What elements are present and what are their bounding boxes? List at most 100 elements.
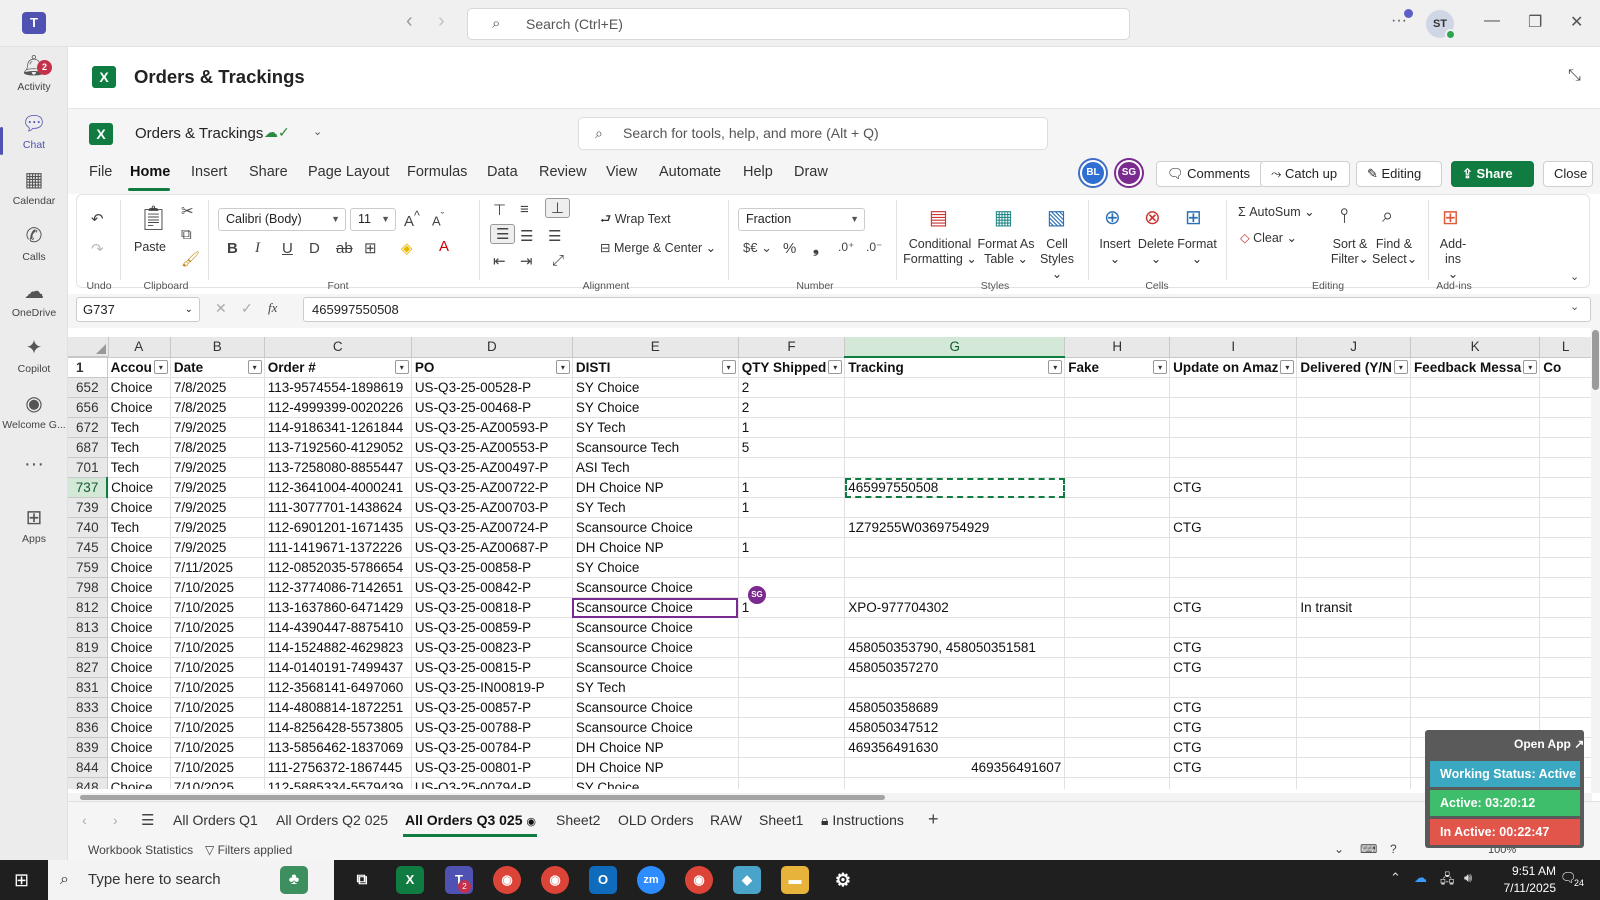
cell[interactable]: Choice [107,597,171,618]
cell[interactable]: 458050358689 [844,697,1066,718]
sort-filter-button[interactable]: Sort & Filter⌄ [1330,237,1370,267]
cell[interactable]: 7/9/2025 [170,477,265,498]
column-header-b[interactable]: B [170,337,265,358]
all-sheets-menu-icon[interactable]: ☰ [141,811,154,829]
cell[interactable]: XPO-977704302 [844,597,1066,618]
chrome-profile-icon[interactable]: ◉ [541,866,569,894]
cell[interactable]: Choice [107,657,171,678]
underline-icon[interactable]: U [282,240,293,257]
tab-file[interactable]: File [89,164,112,180]
cell[interactable]: 111-2756372-1867445 [264,757,412,778]
paste-icon[interactable]: 📋︎ [138,204,168,233]
cell[interactable]: US-Q3-25-00842-P [411,577,573,598]
cell[interactable] [1064,497,1171,518]
header-cell[interactable]: Fake ▾ [1064,357,1171,378]
cell[interactable]: CTG [1169,477,1298,498]
horizontal-scroll-thumb[interactable] [80,795,885,800]
cell[interactable]: 1 [738,497,846,518]
cell[interactable] [844,417,1066,438]
decrease-font-icon[interactable]: Aˇ [432,211,444,228]
cell[interactable]: Choice [107,377,171,398]
conditional-formatting-button[interactable]: Conditional Formatting ⌄ [900,237,980,267]
cell[interactable]: US-Q3-25-AZ00722-P [411,477,573,498]
cell[interactable]: US-Q3-25-AZ00687-P [411,537,573,558]
vertical-scroll-thumb[interactable] [1592,330,1599,390]
cell[interactable] [1064,417,1171,438]
header-cell[interactable]: QTY Shipped ▾ [738,357,846,378]
cell[interactable] [1296,717,1411,738]
cell[interactable]: 458050347512 [844,717,1066,738]
header-cell[interactable]: Tracking ▾ [844,357,1066,378]
cell[interactable]: US-Q3-25-IN00819-P [411,677,573,698]
orientation-icon[interactable]: ⤢ [552,252,564,269]
document-name[interactable]: Orders & Trackings [135,125,263,142]
cell[interactable] [1539,697,1592,718]
header-cell[interactable]: Date ▾ [170,357,265,378]
rail-item-copilot[interactable]: ✦ Copilot [0,336,68,375]
cell[interactable] [1410,697,1541,718]
cell[interactable] [1064,377,1171,398]
cell[interactable]: 458050357270 [844,657,1066,678]
filter-dropdown-icon[interactable]: ▾ [721,359,736,374]
cell[interactable]: US-Q3-25-00818-P [411,597,573,618]
cell[interactable] [1064,597,1171,618]
cell[interactable]: ASI Tech [572,457,739,478]
cell[interactable] [1296,697,1411,718]
insert-cells-icon[interactable]: ⊕ [1104,205,1121,230]
cell[interactable] [844,397,1066,418]
sheet-tab-all-orders-q1[interactable]: All Orders Q1 [173,812,258,828]
cell[interactable]: 7/10/2025 [170,717,265,738]
column-header-i[interactable]: I [1169,337,1298,358]
minimize-icon[interactable]: — [1484,12,1500,30]
cell[interactable]: Tech [107,517,171,538]
cell[interactable] [1064,537,1171,558]
cell[interactable]: 7/9/2025 [170,537,265,558]
cell[interactable]: 7/8/2025 [170,437,265,458]
header-cell[interactable]: DISTI ▾ [572,357,739,378]
cell[interactable] [1539,597,1592,618]
cell[interactable] [1169,557,1298,578]
row-header[interactable]: 836 [68,717,108,738]
cell[interactable]: CTG [1169,657,1298,678]
bold-icon[interactable]: B [227,240,238,257]
cell[interactable] [1410,517,1541,538]
share-button[interactable]: ⇪ Share ⌄ [1451,161,1534,205]
cell[interactable] [1296,457,1411,478]
taskbar-clock[interactable]: 9:51 AM 7/11/2025 [1484,863,1557,897]
cell[interactable] [738,457,846,478]
add-sheet-icon[interactable]: + [928,809,939,830]
cell[interactable] [1410,617,1541,638]
currency-icon[interactable]: $€ ⌄ [743,240,772,256]
cell[interactable] [1539,577,1592,598]
cell[interactable]: 2 [738,397,846,418]
filter-dropdown-icon[interactable]: ▾ [1280,359,1295,374]
cell[interactable] [1064,457,1171,478]
cell[interactable]: Choice [107,477,171,498]
filter-dropdown-icon[interactable]: ▾ [1523,359,1538,374]
cell[interactable]: 113-5856462-1837069 [264,737,412,758]
settings-gear-icon[interactable]: ⚙ [829,866,857,894]
cell[interactable]: 7/10/2025 [170,637,265,658]
cell[interactable]: 112-6901201-1671435 [264,517,412,538]
cell[interactable] [1410,537,1541,558]
strikethrough-icon[interactable]: ab [336,240,353,257]
tab-insert[interactable]: Insert [191,164,227,180]
cell[interactable]: Tech [107,417,171,438]
close-window-icon[interactable]: ✕ [1570,12,1583,32]
cell[interactable]: 113-1637860-6471429 [264,597,412,618]
cell[interactable]: DH Choice NP [572,537,739,558]
cell[interactable] [844,577,1066,598]
cell[interactable]: SY Tech [572,677,739,698]
sort-filter-icon[interactable]: ⫯ [1340,205,1349,228]
cell[interactable]: 112-3568141-6497060 [264,677,412,698]
wrap-text-button[interactable]: ⮐ Wrap Text [600,212,671,227]
format-as-table-button[interactable]: Format As Table ⌄ [976,237,1036,267]
editing-mode-button[interactable]: ✎ Editing ⌄ [1356,161,1442,205]
addins-icon[interactable]: ⊞ [1442,205,1459,230]
row-header[interactable]: 701 [68,457,108,478]
name-box[interactable]: G737 ⌄ [76,297,200,322]
row-header[interactable]: 839 [68,737,108,758]
row-header[interactable]: 798 [68,577,108,598]
chrome-icon[interactable]: ◉ [493,866,521,894]
cell[interactable] [1296,577,1411,598]
